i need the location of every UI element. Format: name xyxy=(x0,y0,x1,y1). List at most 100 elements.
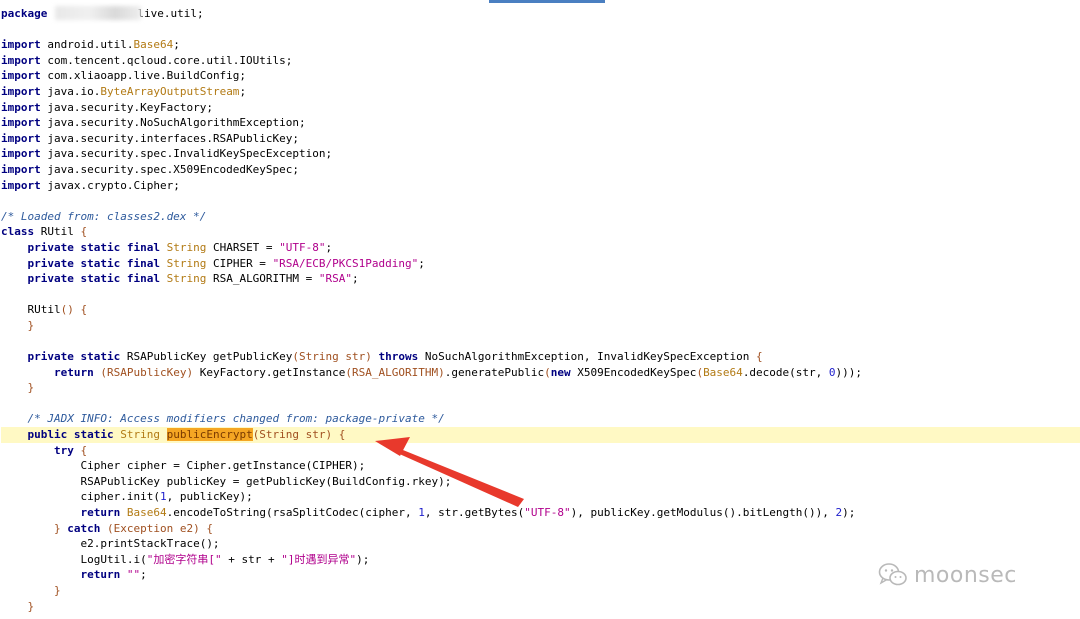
string-literal: "RSA" xyxy=(318,272,353,286)
call-args: (RSA_ALGORITHM) xyxy=(345,365,445,379)
import-path: android.util. xyxy=(47,38,134,52)
brace: } xyxy=(53,521,61,535)
code-line: } catch (Exception e2) { xyxy=(1,521,1080,537)
keyword: throws xyxy=(378,350,419,364)
type: String xyxy=(120,428,160,442)
highlighted-code-line: public static String publicEncrypt(Strin… xyxy=(1,427,1080,443)
brace: } xyxy=(27,318,35,332)
keyword: public static xyxy=(27,428,114,442)
code-line: RUtil() { xyxy=(1,302,1080,318)
brace: } xyxy=(27,381,35,395)
import-path: java.io. xyxy=(47,84,101,98)
keyword: return xyxy=(53,365,94,379)
class-name: RUtil xyxy=(34,225,81,239)
method-name-highlight[interactable]: publicEncrypt xyxy=(166,428,253,442)
keyword: import xyxy=(1,162,41,176)
type: Base64 xyxy=(126,506,167,519)
keyword: class xyxy=(1,225,35,239)
statement: ); xyxy=(842,506,856,519)
keyword: import xyxy=(1,178,41,192)
code-line: import android.util.Base64; xyxy=(1,37,1080,53)
field-name: RSA_ALGORITHM = xyxy=(206,272,319,286)
code-line: import com.tencent.qcloud.core.util.IOUt… xyxy=(1,53,1080,69)
code-line: import java.security.NoSuchAlgorithmExce… xyxy=(1,115,1080,131)
semicolon: ; xyxy=(140,568,147,582)
statement: + str + xyxy=(221,552,282,566)
type: String xyxy=(166,272,207,286)
code-line: class RUtil { xyxy=(1,224,1080,240)
code-line: private static final String CHARSET = "U… xyxy=(1,240,1080,256)
cast: (RSAPublicKey) xyxy=(100,365,194,379)
statement: , str.getBytes( xyxy=(424,506,525,519)
code-editor[interactable]: package live.util; import android.util.Ba… xyxy=(1,6,1080,614)
package-suffix: live.util; xyxy=(137,7,204,20)
exception-list: NoSuchAlgorithmException, InvalidKeySpec… xyxy=(418,350,757,364)
statement: ), publicKey.getModulus().bitLength()), xyxy=(570,506,836,519)
statement: RSAPublicKey publicKey = getPublicKey(Bu… xyxy=(80,474,452,488)
code-line: } xyxy=(1,318,1080,334)
import-path: com.xliaoapp.live.BuildConfig; xyxy=(47,69,247,83)
constructor-parens: () { xyxy=(60,303,88,317)
keyword: import xyxy=(1,100,41,114)
keyword: package xyxy=(1,7,48,20)
constructor-name: RUtil xyxy=(27,303,61,317)
import-path: java.security.KeyFactory; xyxy=(47,100,213,114)
keyword: import xyxy=(1,84,41,98)
semicolon: ; xyxy=(325,240,333,254)
call-end: ))); xyxy=(835,365,863,379)
string-literal: "" xyxy=(126,568,141,582)
brace: { xyxy=(80,443,88,457)
keyword: try xyxy=(53,443,74,457)
keyword: import xyxy=(1,53,41,67)
string-literal: "UTF-8" xyxy=(279,240,326,254)
code-line: Cipher cipher = Cipher.getInstance(CIPHE… xyxy=(1,458,1080,474)
watermark: moonsec xyxy=(878,562,1017,588)
statement: e2.printStackTrace(); xyxy=(80,537,220,551)
code-line: /* Loaded from: classes2.dex */ xyxy=(1,209,1080,225)
import-class: ByteArrayOutputStream xyxy=(100,84,240,98)
string-literal: "RSA/ECB/PKCS1Padding" xyxy=(272,256,419,270)
code-line: return Base64.encodeToString(rsaSplitCod… xyxy=(1,505,1080,521)
type: String xyxy=(166,256,207,270)
string-literal: "]时遇到异常" xyxy=(281,552,357,566)
number-literal: 0 xyxy=(828,365,836,379)
code-line: import com.xliaoapp.live.BuildConfig; xyxy=(1,68,1080,84)
import-path: com.tencent.qcloud.core.util.IOUtils; xyxy=(47,53,293,67)
code-line: import java.security.spec.InvalidKeySpec… xyxy=(1,146,1080,162)
code-line: private static final String CIPHER = "RS… xyxy=(1,256,1080,272)
brace: { xyxy=(756,350,763,364)
call: .generatePublic xyxy=(444,365,545,379)
call: KeyFactory.getInstance xyxy=(193,365,346,379)
code-line: RSAPublicKey publicKey = getPublicKey(Bu… xyxy=(1,474,1080,490)
code-line: import java.security.interfaces.RSAPubli… xyxy=(1,131,1080,147)
number-literal: 1 xyxy=(418,506,425,519)
keyword: import xyxy=(1,69,41,83)
keyword: import xyxy=(1,116,41,130)
statement: , publicKey); xyxy=(166,490,253,504)
code-line: package live.util; xyxy=(1,6,1080,22)
method-signature: RSAPublicKey getPublicKey xyxy=(120,350,293,364)
type: String xyxy=(166,240,207,254)
keyword: return xyxy=(80,568,121,582)
import-class: Base64 xyxy=(133,38,174,52)
import-path: java.security.NoSuchAlgorithmException; xyxy=(47,116,306,130)
string-literal: "加密字符串[" xyxy=(146,552,222,566)
keyword: private static final xyxy=(27,240,160,254)
statement: cipher.init( xyxy=(80,490,160,504)
brace: } xyxy=(27,599,35,613)
code-line: } xyxy=(1,599,1080,615)
keyword: import xyxy=(1,147,41,161)
code-line: import java.io.ByteArrayOutputStream; xyxy=(1,84,1080,100)
keyword: catch xyxy=(67,521,101,535)
statement: .encodeToString(rsaSplitCodec(cipher, xyxy=(166,506,419,519)
statement: ); xyxy=(356,552,370,566)
keyword: private static final xyxy=(27,256,160,270)
keyword: import xyxy=(1,38,41,52)
jadx-comment: /* JADX INFO: Access modifiers changed f… xyxy=(27,412,445,426)
code-line: private static RSAPublicKey getPublicKey… xyxy=(1,349,1080,365)
brace: } xyxy=(53,583,61,597)
horizontal-scrollbar-thumb[interactable] xyxy=(489,0,605,3)
